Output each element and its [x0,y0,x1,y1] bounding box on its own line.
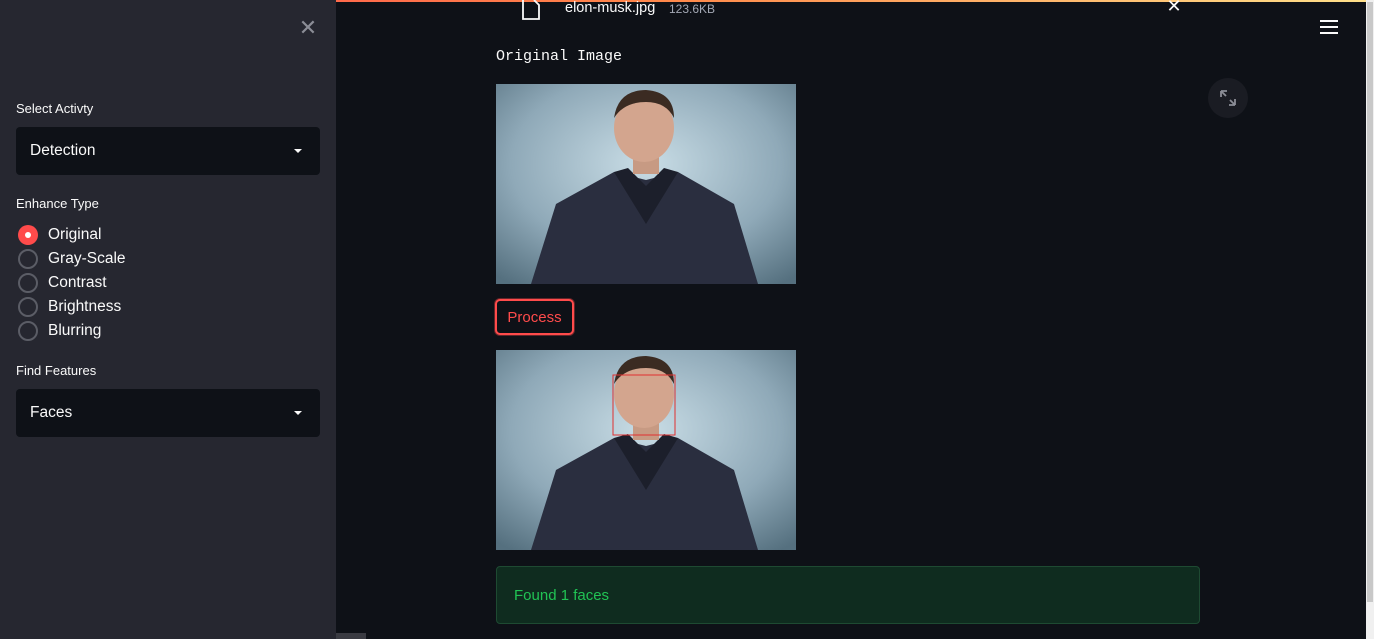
close-icon[interactable]: ✕ [298,17,318,39]
chevron-down-icon [294,149,302,153]
hamburger-icon [1320,20,1338,22]
processed-image [496,350,796,550]
uploaded-file-size: 123.6KB [669,2,716,16]
select-activity-dropdown[interactable]: Detection [16,127,320,175]
radio-option-brightness[interactable]: Brightness [16,295,126,319]
hamburger-icon-line [1320,32,1338,34]
expand-icon [1220,90,1236,106]
find-features-label: Find Features [16,363,97,378]
hamburger-icon-line [1320,26,1338,28]
sidebar: ✕ Select Activty Detection Enhance Type … [0,0,336,639]
find-features-dropdown[interactable]: Faces [16,389,320,437]
radio-label: Original [48,226,102,243]
find-features-value: Faces [30,404,73,421]
success-alert: Found 1 faces [496,566,1200,624]
radio-unchecked-icon [18,297,38,317]
enhance-type-label: Enhance Type [16,196,99,211]
fullscreen-button[interactable] [1208,78,1248,118]
radio-label: Contrast [48,274,107,291]
original-image-title: Original Image [496,48,623,65]
success-message: Found 1 faces [514,586,610,604]
radio-unchecked-icon [18,321,38,341]
radio-option-contrast[interactable]: Contrast [16,271,126,295]
main-menu-button[interactable] [1320,20,1338,36]
radio-label: Blurring [48,322,102,339]
enhance-type-radio-group: Original Gray-Scale Contrast Brightness … [16,223,126,343]
radio-unchecked-icon [18,273,38,293]
chevron-down-icon [294,411,302,415]
vertical-scrollbar-thumb[interactable] [1367,2,1373,602]
radio-label: Gray-Scale [48,250,126,267]
radio-label: Brightness [48,298,122,315]
uploaded-file-name: elon-musk.jpg [565,0,656,16]
select-activity-value: Detection [30,142,96,159]
radio-checked-icon [18,225,38,245]
process-button[interactable]: Process [495,299,574,335]
horizontal-scrollbar-thumb[interactable] [336,633,366,639]
radio-option-original[interactable]: Original [16,223,126,247]
file-icon [522,0,540,20]
radio-unchecked-icon [18,249,38,269]
radio-option-gray-scale[interactable]: Gray-Scale [16,247,126,271]
radio-option-blurring[interactable]: Blurring [16,319,126,343]
remove-file-icon[interactable]: ✕ [1166,0,1182,15]
original-image [496,84,796,284]
select-activity-label: Select Activty [16,101,94,116]
